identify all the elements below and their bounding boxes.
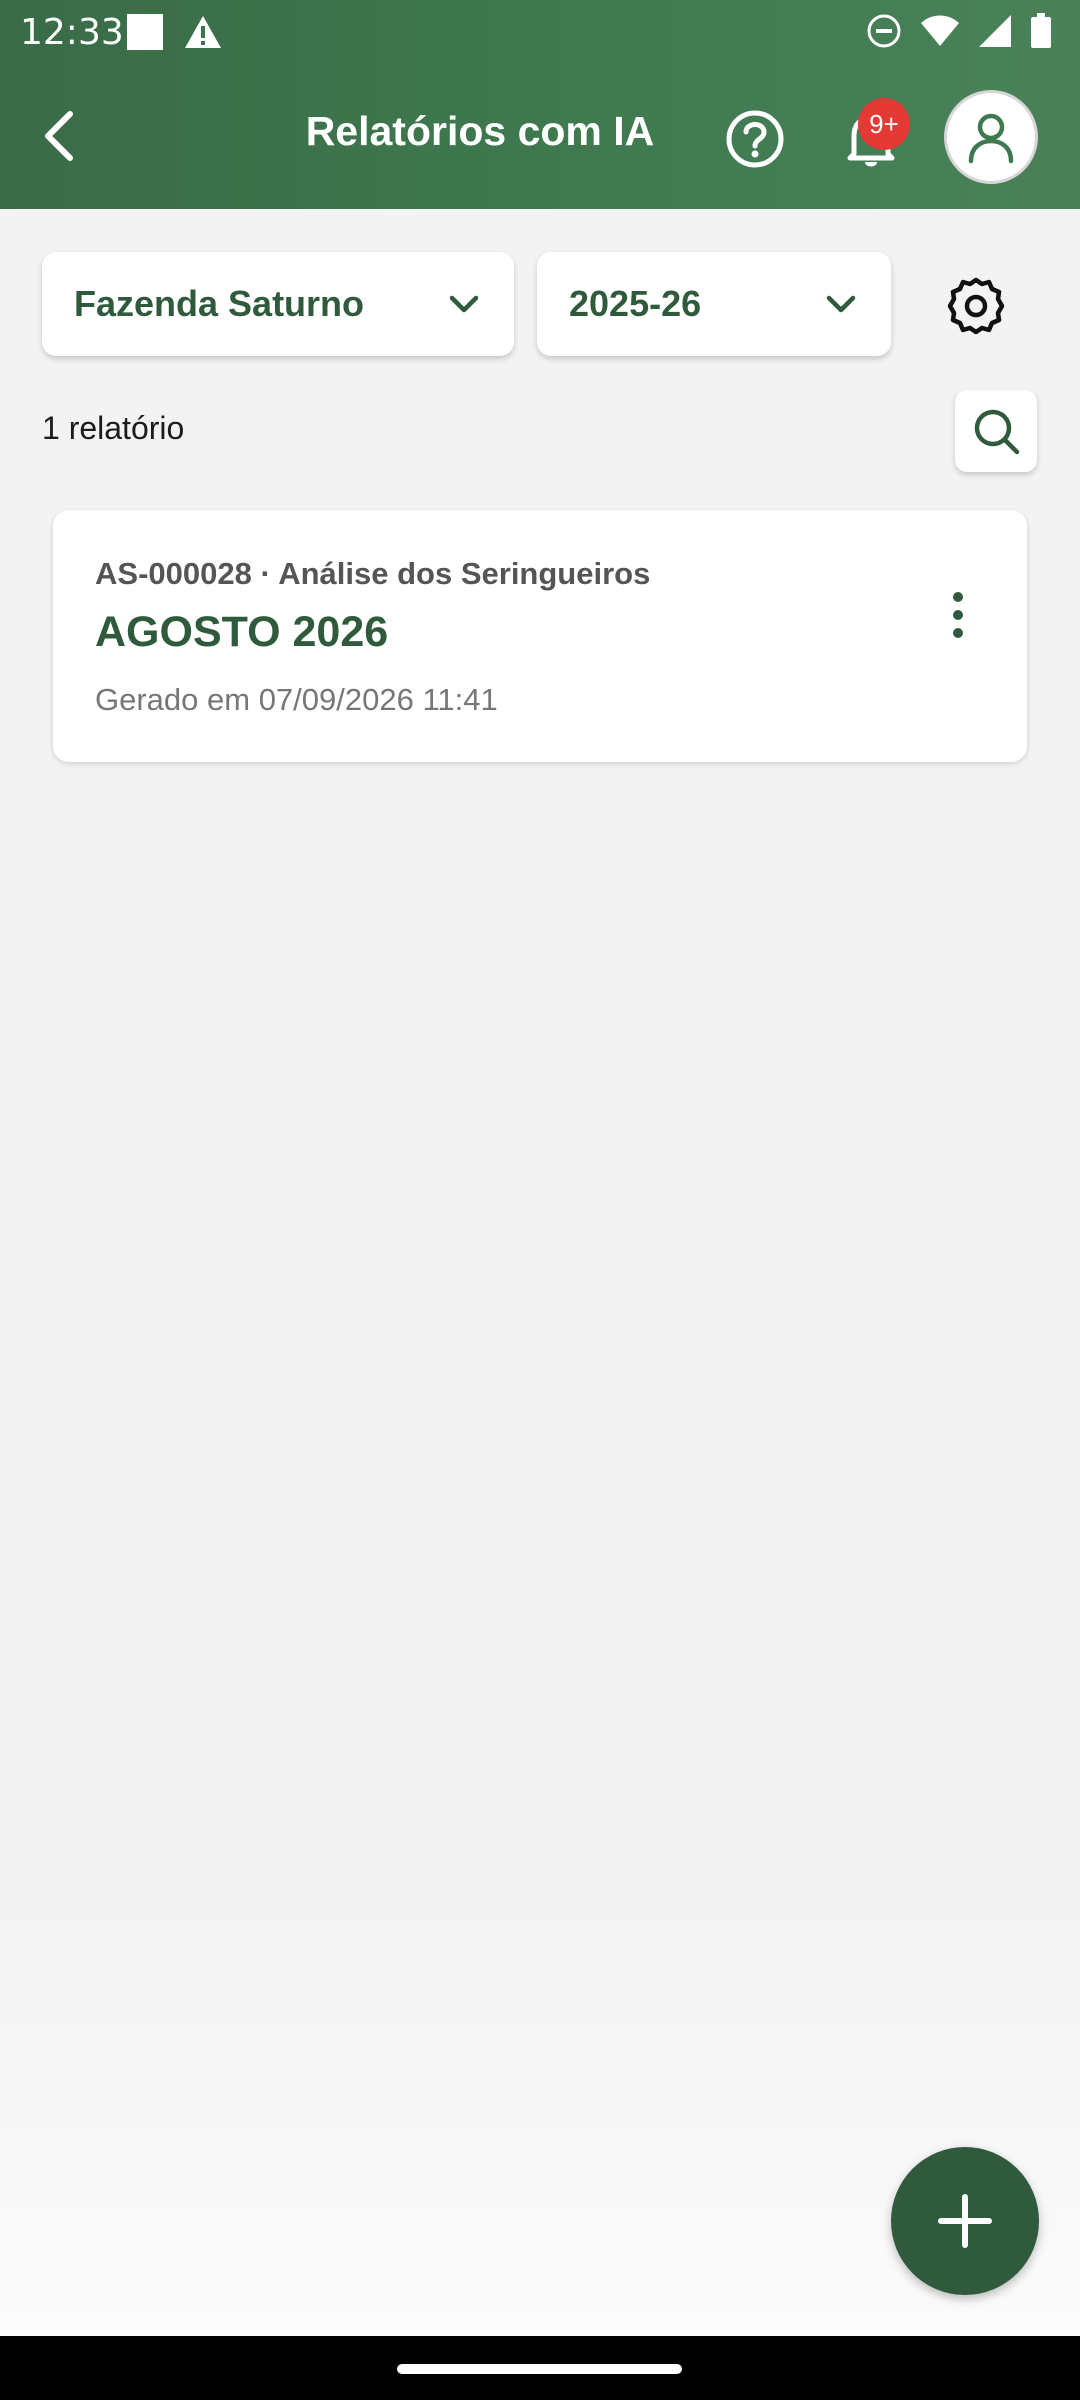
plus-icon [938,2194,992,2248]
notification-badge: 9+ [858,98,910,150]
signal-icon [979,15,1011,47]
do-not-disturb-icon [867,14,901,48]
warning-icon [185,16,221,48]
more-vert-icon [953,592,963,602]
notification-square-icon [127,14,163,50]
settings-button[interactable] [944,274,1008,338]
report-generated-date: Gerado em 07/09/2026 11:41 [95,682,498,717]
search-button[interactable] [955,390,1037,472]
status-bar: 12:33 [0,0,1080,64]
results-count: 1 relatório [42,410,185,446]
season-select-value: 2025-26 [569,283,702,324]
page-title: Relatórios com IA [305,108,655,154]
app-bar: 12:33 Relatórios com IA 9+ [0,0,1080,209]
user-icon [968,113,1014,164]
back-arrow-icon [45,111,73,161]
help-icon [726,110,784,168]
status-time: 12:33 [20,12,124,53]
search-icon [974,409,1020,455]
screen: 12:33 Relatórios com IA 9+ Fazenda Satur… [0,0,1080,2400]
home-indicator[interactable] [397,2364,682,2374]
wifi-icon [921,15,959,46]
report-menu-button[interactable] [933,580,983,650]
farm-select-value: Fazenda Saturno [74,283,365,324]
farm-select[interactable]: Fazenda Saturno [42,252,514,356]
back-button[interactable] [28,100,88,172]
report-card[interactable]: AS-000028 · Análise dos Seringueiros AGO… [53,510,1027,762]
chevron-down-icon [449,295,479,313]
add-report-button[interactable] [891,2147,1039,2295]
profile-avatar[interactable] [944,90,1038,184]
report-title: AGOSTO 2026 [95,608,389,656]
help-button[interactable] [722,106,788,172]
battery-icon [1031,13,1051,48]
report-meta: AS-000028 · Análise dos Seringueiros [95,556,651,591]
chevron-down-icon [826,295,856,313]
season-select[interactable]: 2025-26 [537,252,891,356]
gear-icon [947,277,1005,335]
